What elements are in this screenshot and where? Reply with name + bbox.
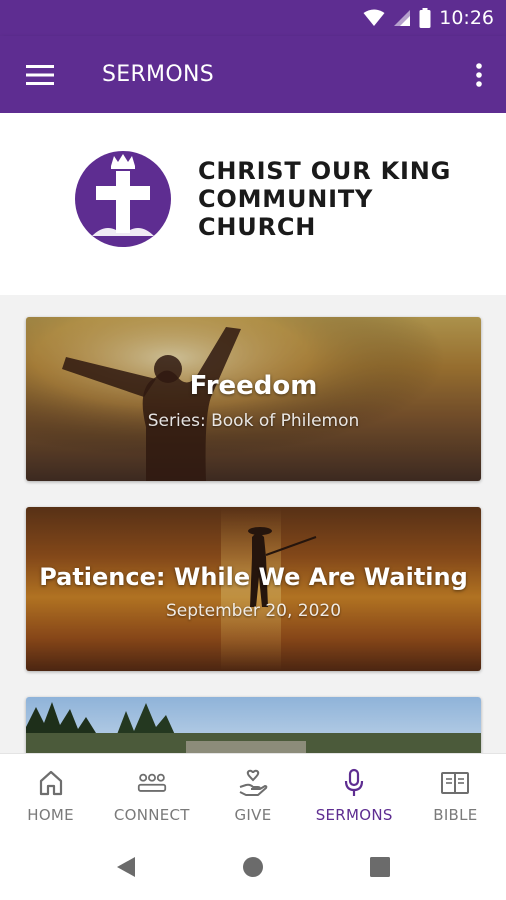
sermon-title: Freedom <box>189 371 318 401</box>
sermon-card-image <box>26 702 481 753</box>
cell-signal-icon <box>393 9 411 27</box>
app-bar: SERMONS <box>0 36 506 113</box>
nav-item-sermons[interactable]: SERMONS <box>304 754 405 833</box>
nav-label-sermons: SERMONS <box>315 806 393 824</box>
overflow-menu-icon[interactable] <box>466 56 492 94</box>
nav-label-bible: BIBLE <box>433 806 478 824</box>
church-name-line-3: CHURCH <box>198 213 317 241</box>
church-name-line-2: COMMUNITY <box>198 185 374 213</box>
church-name-line-1: CHRIST OUR KING <box>198 157 452 185</box>
home-icon <box>36 768 66 798</box>
hamburger-menu-icon[interactable] <box>18 58 62 92</box>
nav-item-home[interactable]: HOME <box>0 754 101 833</box>
nav-label-home: HOME <box>27 806 74 824</box>
wifi-icon <box>363 9 385 27</box>
book-icon <box>440 768 470 798</box>
connect-group-icon <box>137 768 167 798</box>
nav-item-connect[interactable]: CONNECT <box>101 754 202 833</box>
sermon-title: Patience: While We Are Waiting <box>39 563 468 591</box>
sermon-card[interactable]: Patience: While We Are Waiting September… <box>26 507 481 671</box>
nav-label-connect: CONNECT <box>113 806 190 824</box>
nav-item-give[interactable]: GIVE <box>202 754 303 833</box>
battery-icon <box>419 8 431 28</box>
sermon-subtitle: September 20, 2020 <box>165 601 342 621</box>
microphone-icon <box>339 768 369 798</box>
home-circle-icon[interactable] <box>239 853 267 881</box>
status-indicators: 10:26 <box>363 0 494 36</box>
back-icon[interactable] <box>112 853 140 881</box>
church-logo <box>74 150 172 248</box>
give-hand-heart-icon <box>238 768 268 798</box>
sermon-card[interactable] <box>26 697 481 753</box>
sermon-list[interactable]: Freedom Series: Book of Philemon Patienc… <box>0 295 506 753</box>
recents-square-icon[interactable] <box>366 853 394 881</box>
status-time: 10:26 <box>439 7 494 29</box>
church-header: CHRIST OUR KING COMMUNITY CHURCH <box>0 113 506 295</box>
nav-label-give: GIVE <box>234 806 272 824</box>
bottom-navigation: HOME CONNECT GIVE SERMONS BIBLE <box>0 753 506 833</box>
nav-item-bible[interactable]: BIBLE <box>405 754 506 833</box>
status-bar: 10:26 <box>0 0 506 36</box>
church-name: CHRIST OUR KING COMMUNITY CHURCH <box>198 157 451 241</box>
system-navigation <box>0 833 506 900</box>
sermon-subtitle: Series: Book of Philemon <box>147 411 360 431</box>
page-title: SERMONS <box>102 62 214 87</box>
sermon-card[interactable]: Freedom Series: Book of Philemon <box>26 317 481 481</box>
